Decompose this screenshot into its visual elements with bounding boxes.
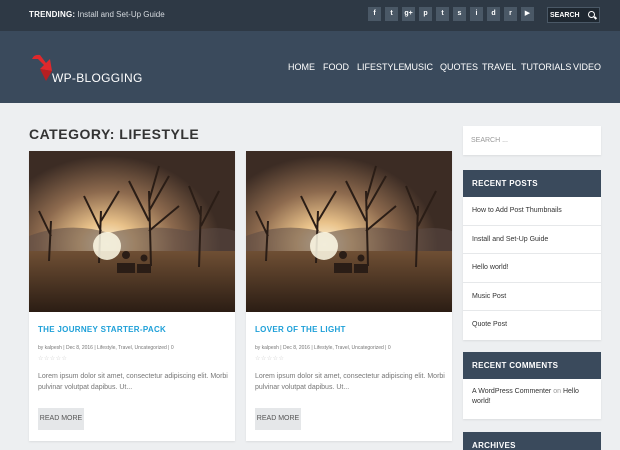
youtube-icon[interactable]: ▶ [521, 7, 534, 21]
post-thumbnail[interactable] [29, 151, 235, 312]
trending-link[interactable]: Install and Set-Up Guide [77, 10, 164, 19]
comment-on-label: on [553, 388, 561, 395]
recent-posts-list: How to Add Post Thumbnails Install and S… [463, 197, 601, 340]
instagram-icon[interactable]: i [470, 7, 483, 21]
facebook-icon[interactable]: f [368, 7, 381, 21]
nav-tutorials[interactable]: TUTORIALS [521, 62, 571, 76]
read-more-button[interactable]: READ MORE [38, 408, 84, 430]
recent-post-link[interactable]: How to Add Post Thumbnails [463, 197, 601, 226]
rating-stars: ☆☆☆☆☆ [255, 356, 285, 362]
nav-video[interactable]: VIDEO [573, 62, 601, 76]
read-more-button[interactable]: READ MORE [255, 408, 301, 430]
google-plus-icon[interactable]: g+ [402, 7, 415, 21]
top-search-box [547, 7, 600, 23]
sidebar-search-input[interactable] [471, 134, 591, 146]
top-bar: TRENDING: Install and Set-Up Guide f t g… [0, 0, 620, 31]
page-title: CATEGORY: LIFESTYLE [29, 126, 200, 142]
pinterest-icon[interactable]: p [419, 7, 432, 21]
recent-comment: A WordPress Commenter on Hello world! [472, 387, 594, 407]
nav-quotes[interactable]: QUOTES [440, 62, 478, 76]
recent-post-link[interactable]: Install and Set-Up Guide [463, 226, 601, 255]
post-title[interactable]: LOVER OF THE LIGHT [255, 325, 346, 334]
nav-food[interactable]: FOOD [323, 62, 349, 76]
social-icons: f t g+ p t s i d r ▶ [368, 7, 534, 21]
post-card: THE JOURNEY STARTER-PACK by kalpesh | De… [29, 151, 235, 441]
post-card: LOVER OF THE LIGHT by kalpesh | Dec 8, 2… [246, 151, 452, 441]
recent-post-link[interactable]: Music Post [463, 283, 601, 312]
post-excerpt: Lorem ipsum dolor sit amet, consectetur … [38, 373, 228, 391]
nav-lifestyle[interactable]: LIFESTYLE [357, 62, 405, 76]
recent-comments-heading: RECENT COMMENTS [463, 352, 601, 379]
post-meta: by kalpesh | Dec 8, 2016 | Lifestyle, Tr… [38, 345, 174, 351]
twitter-icon[interactable]: t [385, 7, 398, 21]
post-meta: by kalpesh | Dec 8, 2016 | Lifestyle, Tr… [255, 345, 391, 351]
nav-home[interactable]: HOME [288, 62, 315, 76]
rss-icon[interactable]: r [504, 7, 517, 21]
recent-post-link[interactable]: Hello world! [463, 254, 601, 283]
post-excerpt: Lorem ipsum dolor sit amet, consectetur … [255, 373, 445, 391]
tumblr-icon[interactable]: t [436, 7, 449, 21]
nav-travel[interactable]: TRAVEL [482, 62, 516, 76]
recent-posts-heading: RECENT POSTS [463, 170, 601, 197]
trending: TRENDING: Install and Set-Up Guide [29, 10, 165, 19]
archives-heading: ARCHIVES [463, 432, 601, 450]
site-header: WP-BLOGGING HOME FOOD LIFESTYLE MUSIC QU… [0, 31, 620, 103]
post-title[interactable]: THE JOURNEY STARTER-PACK [38, 325, 166, 334]
dribbble-icon[interactable]: d [487, 7, 500, 21]
sidebar-search-box [463, 126, 601, 155]
top-search-input[interactable] [550, 9, 588, 21]
search-icon[interactable] [588, 11, 595, 18]
logo-text[interactable]: WP-BLOGGING [52, 71, 143, 85]
post-thumbnail[interactable] [246, 151, 452, 312]
recent-comments-list: A WordPress Commenter on Hello world! [463, 379, 601, 419]
nav-music[interactable]: MUSIC [404, 62, 433, 76]
comment-author-link[interactable]: A WordPress Commenter [472, 388, 551, 395]
trending-label: TRENDING: [29, 10, 76, 19]
recent-post-link[interactable]: Quote Post [463, 311, 601, 340]
rating-stars: ☆☆☆☆☆ [38, 356, 68, 362]
stumbleupon-icon[interactable]: s [453, 7, 466, 21]
